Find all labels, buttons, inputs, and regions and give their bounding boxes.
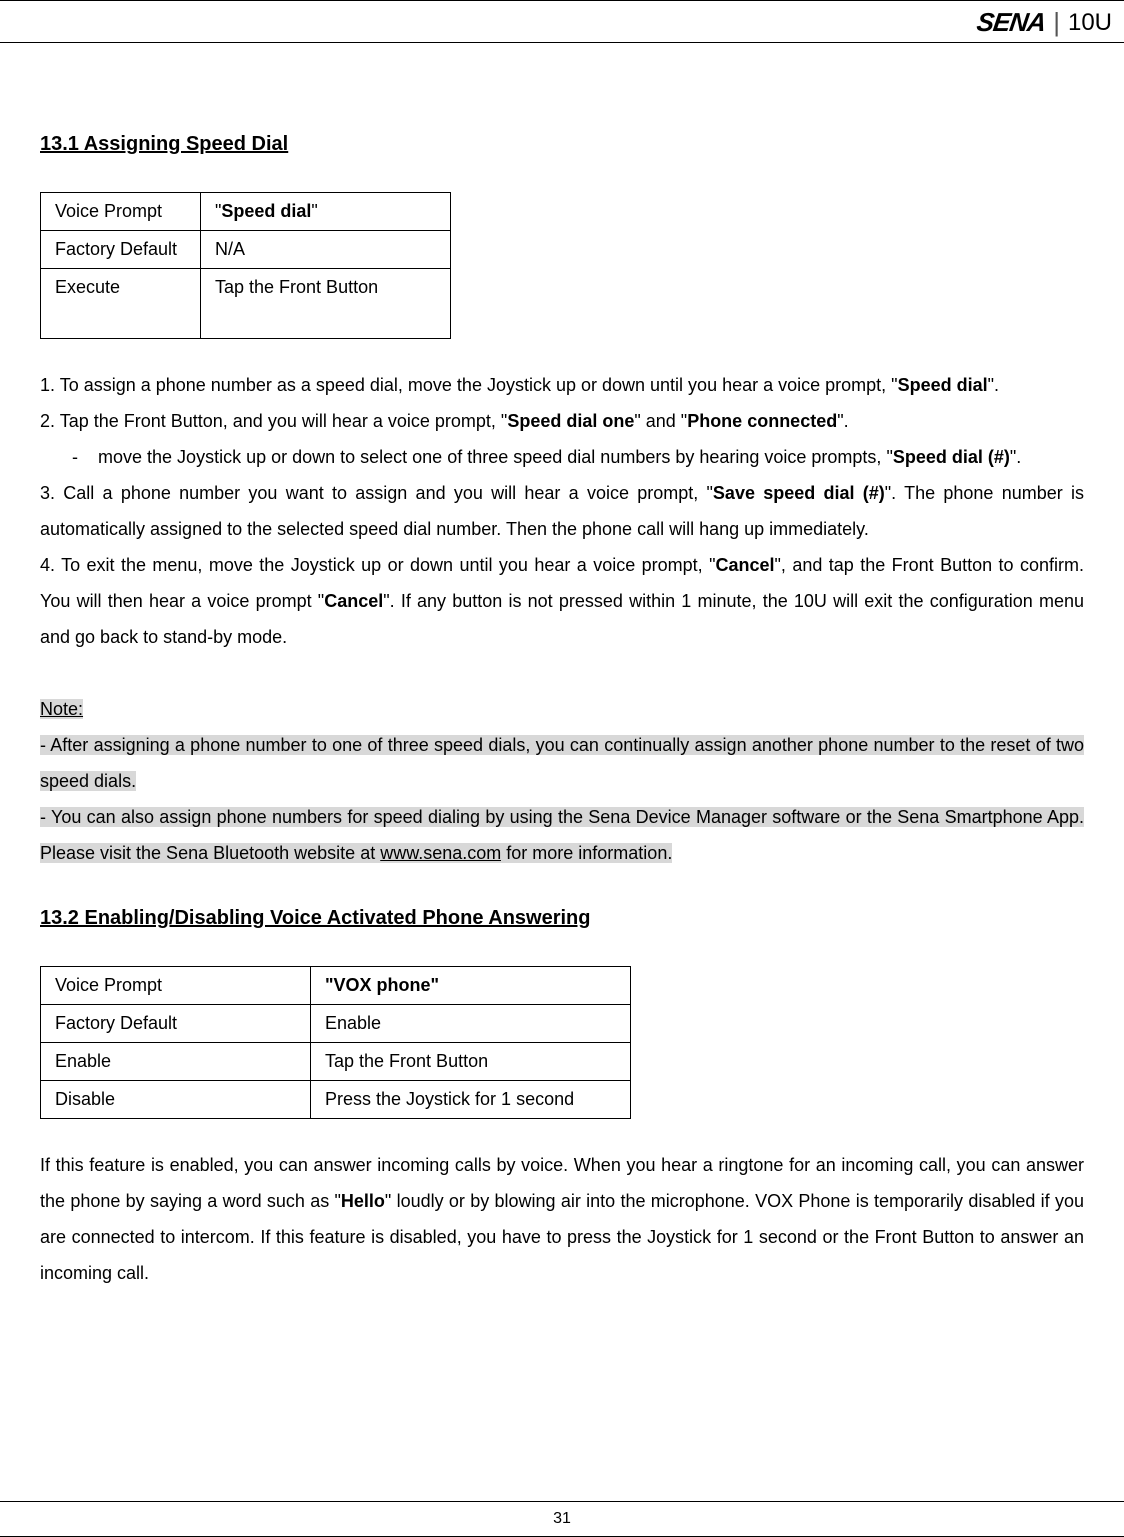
cell-value: "VOX phone"	[311, 967, 631, 1005]
divider-icon: |	[1053, 7, 1060, 38]
table-row: Enable Tap the Front Button	[41, 1043, 631, 1081]
bullet-item: - move the Joystick up or down to select…	[40, 439, 1084, 475]
vox-phone-table: Voice Prompt "VOX phone" Factory Default…	[40, 966, 631, 1119]
content: 13.1 Assigning Speed Dial Voice Prompt "…	[40, 43, 1084, 1371]
table-row: Voice Prompt "Speed dial"	[41, 193, 451, 231]
cell-value: Tap the Front Button	[311, 1043, 631, 1081]
note-block: Note: - After assigning a phone number t…	[40, 691, 1084, 871]
instructions-block: 1. To assign a phone number as a speed d…	[40, 367, 1084, 655]
brand-logo: SENA	[975, 7, 1048, 38]
step-2: 2. Tap the Front Button, and you will he…	[40, 403, 1084, 439]
table-row: Voice Prompt "VOX phone"	[41, 967, 631, 1005]
table-row: Disable Press the Joystick for 1 second	[41, 1081, 631, 1119]
cell-label: Factory Default	[41, 231, 201, 269]
table-row: Factory Default N/A	[41, 231, 451, 269]
header: SENA | 10U	[0, 1, 1124, 43]
page-number: 31	[553, 1510, 571, 1527]
speed-dial-table: Voice Prompt "Speed dial" Factory Defaul…	[40, 192, 451, 339]
cell-label: Disable	[41, 1081, 311, 1119]
cell-value: N/A	[201, 231, 451, 269]
note-line-2: - You can also assign phone numbers for …	[40, 799, 1084, 871]
cell-label: Voice Prompt	[41, 193, 201, 231]
cell-value: Tap the Front Button	[201, 269, 451, 339]
cell-label: Voice Prompt	[41, 967, 311, 1005]
vox-description: If this feature is enabled, you can answ…	[40, 1147, 1084, 1291]
cell-label: Execute	[41, 269, 201, 339]
table-row: Execute Tap the Front Button	[41, 269, 451, 339]
cell-label: Enable	[41, 1043, 311, 1081]
step-4: 4. To exit the menu, move the Joystick u…	[40, 547, 1084, 655]
cell-label: Factory Default	[41, 1005, 311, 1043]
cell-value: Press the Joystick for 1 second	[311, 1081, 631, 1119]
logo-area: SENA | 10U	[977, 7, 1112, 38]
table-row: Factory Default Enable	[41, 1005, 631, 1043]
step-3: 3. Call a phone number you want to assig…	[40, 475, 1084, 547]
footer: 31	[0, 1501, 1124, 1536]
model-label: 10U	[1068, 9, 1112, 37]
cell-value: "Speed dial"	[201, 193, 451, 231]
note-line-1: - After assigning a phone number to one …	[40, 727, 1084, 799]
note-title-line: Note:	[40, 691, 1084, 727]
step-1: 1. To assign a phone number as a speed d…	[40, 367, 1084, 403]
page: SENA | 10U 13.1 Assigning Speed Dial Voi…	[0, 0, 1124, 1537]
section-title-13-1: 13.1 Assigning Speed Dial	[40, 133, 1084, 156]
section-title-13-2: 13.2 Enabling/Disabling Voice Activated …	[40, 907, 1084, 930]
section-13-2: 13.2 Enabling/Disabling Voice Activated …	[40, 907, 1084, 1291]
cell-value: Enable	[311, 1005, 631, 1043]
